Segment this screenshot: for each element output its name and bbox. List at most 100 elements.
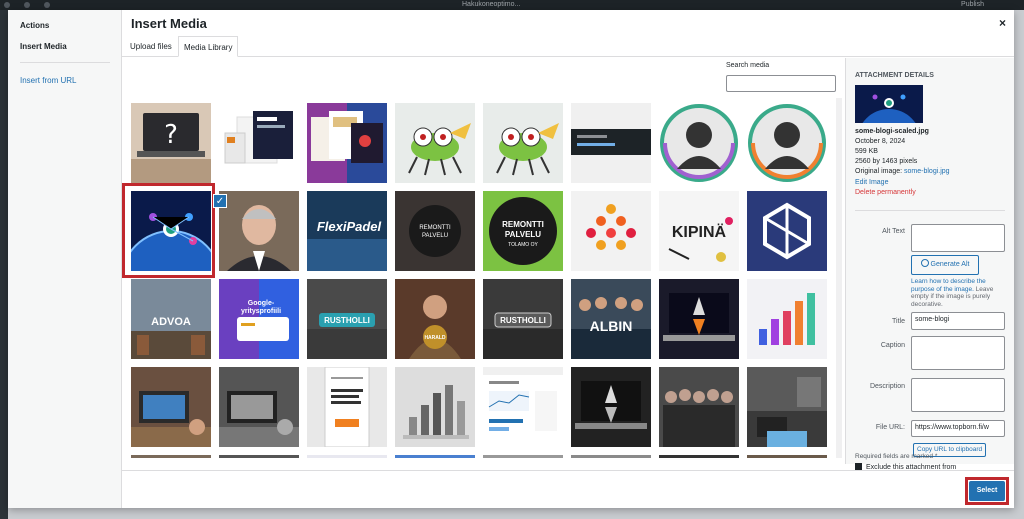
close-icon[interactable]: × [999,16,1006,30]
menu-item-insert-from-url[interactable]: Insert from URL [20,76,76,85]
bw-rocket-image[interactable] [571,367,651,447]
wordpress-icon[interactable] [4,2,10,8]
title-field[interactable]: some-blogi [911,312,1005,330]
website-collage-image[interactable] [307,103,387,183]
undo-icon[interactable] [44,2,50,8]
media-thumbnail[interactable] [747,455,827,458]
modal-title: Insert Media [131,16,207,31]
admin-left-strip [0,10,8,519]
svg-text:FlexiPadel: FlexiPadel [317,219,382,234]
media-thumbnail[interactable] [395,455,475,458]
kitchen-interior-image[interactable] [747,367,827,447]
svg-text:REMONTTI: REMONTTI [502,220,544,229]
plus-icon[interactable] [24,2,30,8]
harald-man-image[interactable]: HARALD [395,279,475,359]
kipina-logo-image[interactable]: KIPINÄ [659,191,739,271]
search-input[interactable] [726,75,836,92]
svg-text:REMONTTI: REMONTTI [419,225,451,231]
media-thumbnail[interactable] [571,455,651,458]
albin-team-image[interactable]: ALBIN [571,279,651,359]
media-thumbnail[interactable] [219,455,299,458]
required-fields-note: Required fields are marked * [855,453,938,460]
rustholli-dark-image[interactable]: RUSTHOLLI [483,279,563,359]
tab-upload-files[interactable]: Upload files [125,36,177,57]
cartoon-bug-image[interactable] [483,103,563,183]
rustholli-sign-image[interactable]: RUSTHOLLI [307,279,387,359]
svg-text:ADVOA: ADVOA [151,316,191,328]
alt-help-text: Learn how to describe the purpose of the… [911,278,1009,308]
media-grid: ? FlexiPadel REMONTTI PALVELU REMONTTI P… [122,98,845,458]
publish-button[interactable]: Publish [961,0,984,10]
caption-field[interactable] [911,336,1005,370]
svg-text:PALVELU: PALVELU [505,230,541,239]
file-url-label: File URL: [875,424,905,431]
edit-image-link[interactable]: Edit Image [855,179,888,186]
search-label: Search media [726,62,770,69]
attachment-size: 599 KB [855,148,878,155]
cartoon-bug-image[interactable] [395,103,475,183]
phone-article-image[interactable] [307,367,387,447]
attachment-filename: some-blogi-scaled.jpg [855,128,929,135]
description-field[interactable] [911,378,1005,412]
advoa-city-image[interactable]: ADVOA [131,279,211,359]
editor-background [1014,10,1024,519]
remontti-green-logo-image[interactable]: REMONTTI PALVELU TOLAMO OY [483,191,563,271]
details-divider [855,210,1005,211]
flexipadel-logo-image[interactable]: FlexiPadel [307,191,387,271]
dark-screenshot-image[interactable] [571,103,651,183]
attachment-dimensions: 2560 by 1463 pixels [855,158,918,165]
select-button[interactable]: Select [969,481,1005,501]
svg-text:yritysprofiili: yritysprofiili [241,308,281,315]
details-heading: Attachment Details [855,72,934,79]
bar-chart-3d-image[interactable] [747,279,827,359]
media-tabs: Upload files Media Library [122,36,1014,57]
laptop-question-image[interactable]: ? [131,103,211,183]
editor-background-bottom [8,508,1014,519]
original-image-label: Original image: [855,168,905,175]
avatar-placeholder-image[interactable] [747,103,827,183]
svg-text:Google-: Google- [248,300,275,307]
generate-alt-button[interactable]: Generate Alt [911,255,979,275]
cafe-laptop-image[interactable] [131,367,211,447]
website-screens-image[interactable] [219,103,299,183]
menu-item-insert-media[interactable]: Insert Media [20,42,67,51]
tab-media-library[interactable]: Media Library [178,36,239,57]
document-title: Hakukoneoptimo... [462,1,521,8]
admin-top-bar: Hakukoneoptimo... Publish [0,0,1024,10]
rocket-laptop-image[interactable] [659,279,739,359]
alt-text-field[interactable] [911,224,1005,252]
team-group-image[interactable] [659,367,739,447]
man-portrait-image[interactable] [219,191,299,271]
remontti-dark-logo-image[interactable]: REMONTTI PALVELU [395,191,475,271]
bw-cafe-laptop-image[interactable] [219,367,299,447]
media-toolbar: Select [122,470,1014,508]
svg-text:PALVELU: PALVELU [422,233,448,239]
caption-label: Caption [880,342,905,349]
delete-permanently-link[interactable]: Delete permanently [855,189,916,196]
file-url-field[interactable]: https://www.topborn.fi/w [911,420,1005,437]
analytics-screenshot-image[interactable] [483,367,563,447]
media-menu: Actions Insert Media Insert from URL [8,10,122,508]
original-image-link[interactable]: some-blogi.jpg [904,168,950,175]
svg-text:HARALD: HARALD [424,335,445,341]
title-label: Title [892,318,905,325]
hexagon-logo-image[interactable] [747,191,827,271]
earth-network-image[interactable] [131,191,211,271]
description-label: Description [869,383,905,390]
menu-separator [20,62,110,63]
exclude-checkbox[interactable] [855,463,862,470]
avatar-placeholder-image[interactable] [659,103,739,183]
bw-chart-image[interactable] [395,367,475,447]
grid-scrollbar[interactable] [836,98,842,458]
selected-check-icon[interactable]: ✓ [213,194,227,208]
dots-logo-image[interactable] [571,191,651,271]
google-profile-image[interactable]: Google-yritysprofiili [219,279,299,359]
alt-text-label: Alt Text [882,228,905,235]
media-thumbnail[interactable] [131,455,211,458]
media-thumbnail[interactable] [659,455,739,458]
media-thumbnail[interactable] [307,455,387,458]
svg-text:ALBIN: ALBIN [590,318,633,334]
menu-heading: Actions [20,21,50,30]
media-thumbnail[interactable] [483,455,563,458]
svg-text:RUSTHOLLI: RUSTHOLLI [324,316,370,325]
